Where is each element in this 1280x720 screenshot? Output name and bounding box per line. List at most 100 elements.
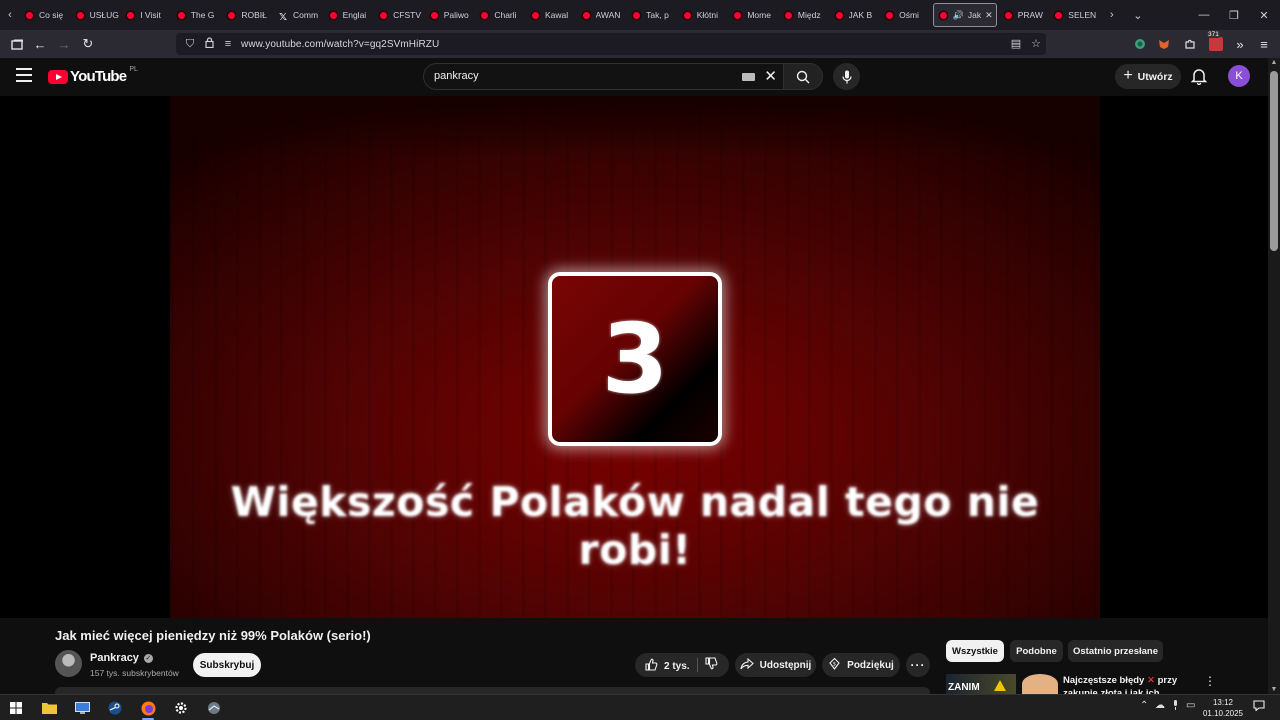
browser-tab[interactable]: AWAN [577, 3, 628, 27]
windows-start-icon[interactable] [6, 698, 26, 718]
steam-icon[interactable] [105, 698, 125, 718]
description-box[interactable] [55, 687, 930, 694]
scrollbar-thumb[interactable] [1270, 71, 1278, 251]
browser-tab[interactable]: Charli [475, 3, 526, 27]
back-icon[interactable]: ← [30, 34, 50, 54]
extensions-puzzle-icon[interactable] [1180, 34, 1200, 54]
browser-tab[interactable]: Mome [728, 3, 779, 27]
chip-recently-uploaded[interactable]: Ostatnio przesłane [1068, 640, 1163, 662]
browser-tab[interactable]: Międz [779, 3, 830, 27]
browser-tab[interactable]: JAK B [830, 3, 881, 27]
recommendation-title[interactable]: Najczęstsze błędy ✕ przy zakupie złota i… [1063, 674, 1198, 694]
browser-tab[interactable]: PRAW [999, 3, 1050, 27]
video-player[interactable]: 3 Większość Polaków nadal tego nie robi! [0, 96, 1268, 618]
recommendation-thumbnail[interactable]: ZANIM [946, 674, 1016, 694]
settings-gear-icon[interactable] [171, 698, 191, 718]
browser-tab[interactable]: CFSTV [374, 3, 425, 27]
browser-tab[interactable]: Paliwo [425, 3, 476, 27]
restore-icon[interactable]: ❐ [1218, 0, 1250, 30]
overflow-chevron-icon[interactable]: » [1230, 34, 1250, 54]
dislike-button[interactable] [705, 657, 718, 673]
app-menu-icon[interactable]: ≡ [1254, 34, 1274, 54]
youtube-logo[interactable]: YouTube PL [48, 66, 138, 85]
account-avatar[interactable]: K [1228, 65, 1250, 87]
browser-tab[interactable]: USŁUG [71, 3, 122, 27]
address-bar[interactable]: ⛉ ≡ www.youtube.com/watch?v=gq2SVmHiRZU … [176, 33, 1046, 55]
network-monitor-icon[interactable]: ▭ [1186, 700, 1195, 711]
browser-tab[interactable]: Co się [20, 3, 71, 27]
browser-tab[interactable]: Englai [324, 3, 375, 27]
chip-related[interactable]: Podobne [1010, 640, 1063, 662]
tab-manager-icon[interactable] [7, 34, 27, 54]
recommendation-thumbnail-face[interactable] [1022, 674, 1058, 694]
lock-icon[interactable] [203, 37, 215, 51]
close-tab-icon[interactable]: ✕ [985, 10, 993, 21]
extension-badge-icon[interactable]: 371 [1206, 31, 1226, 54]
file-explorer-icon[interactable] [39, 698, 59, 718]
chip-all[interactable]: Wszystkie [946, 640, 1004, 662]
keyboard-icon[interactable] [742, 73, 755, 81]
extension-fox-icon[interactable] [1154, 34, 1174, 54]
watch-metadata: Jak mieć więcej pieniędzy niż 99% Polakó… [0, 618, 1268, 694]
scroll-down-icon[interactable]: ▼ [1269, 686, 1279, 693]
voice-search-button[interactable] [833, 63, 860, 90]
reload-icon[interactable]: ↻ [78, 34, 98, 54]
channel-name-text[interactable]: Pankracy [90, 652, 139, 664]
video-frame[interactable]: 3 Większość Polaków nadal tego nie robi! [170, 96, 1100, 618]
notifications-bell-icon[interactable] [1190, 67, 1208, 86]
page-scrollbar[interactable]: ▲ ▼ [1268, 58, 1280, 694]
channel-avatar[interactable] [55, 650, 82, 677]
more-actions-button[interactable]: ··· [906, 653, 930, 677]
url-text[interactable]: www.youtube.com/watch?v=gq2SVmHiRZU [241, 39, 439, 50]
browser-tab[interactable]: ROBIŁ [222, 3, 273, 27]
browser-tab[interactable]: 𝕏 Comm [273, 3, 324, 27]
browser-tab[interactable]: SELEN [1049, 3, 1100, 27]
browser-tab[interactable]: Kłótni [678, 3, 729, 27]
extension-shield-icon[interactable] [1130, 34, 1150, 54]
browser-tab[interactable]: The G [172, 3, 223, 27]
recommendation-menu-icon[interactable]: ⋮ [1204, 674, 1216, 688]
minimize-icon[interactable]: — [1188, 0, 1220, 30]
search-button[interactable] [783, 63, 823, 90]
tab-scroll-right-icon[interactable]: › [1102, 9, 1122, 21]
tab-audio-playing-icon[interactable]: 🔊 [953, 10, 964, 21]
recommendation-title-part1: Najczęstsze błędy [1063, 675, 1145, 686]
firefox-icon[interactable] [138, 698, 158, 720]
channel-name[interactable]: Pankracy ✓ [90, 652, 153, 664]
browser-tab[interactable]: Ośmi [880, 3, 931, 27]
like-divider [697, 658, 698, 672]
shield-icon[interactable]: ⛉ [184, 38, 196, 51]
tab-scroll-left-icon[interactable]: ‹ [0, 9, 20, 21]
forward-icon[interactable]: → [54, 34, 74, 54]
like-button[interactable]: 2 tys. [645, 658, 690, 674]
subscribe-button[interactable]: Subskrybuj [193, 653, 261, 677]
tab-label: Jak [967, 10, 982, 20]
scroll-up-icon[interactable]: ▲ [1269, 59, 1279, 66]
search-input[interactable]: pankracy [434, 70, 479, 82]
tab-list-dropdown-icon[interactable]: ⌄ [1128, 9, 1148, 22]
bookmark-star-icon[interactable]: ☆ [1028, 36, 1044, 52]
clear-search-icon[interactable]: ✕ [764, 67, 777, 85]
tray-overflow-chevron-icon[interactable]: ⌃ [1140, 700, 1148, 711]
system-clock[interactable]: 13:12 01.10.2025 [1200, 697, 1246, 719]
app-globe-icon[interactable] [204, 698, 224, 718]
browser-tab[interactable]: I Visit [121, 3, 172, 27]
youtube-header: YouTube PL pankracy ✕ + Utwórz K [0, 58, 1268, 96]
browser-tab[interactable]: Tak, p [627, 3, 678, 27]
browser-tab-active[interactable]: 🔊 Jak ✕ [932, 3, 997, 27]
thumbs-down-icon [705, 657, 718, 670]
permissions-icon[interactable]: ≡ [222, 38, 234, 50]
computer-app-icon[interactable] [72, 698, 92, 718]
guide-menu-icon[interactable] [16, 68, 32, 82]
thanks-button[interactable]: $ Podziękuj [822, 653, 900, 677]
create-button[interactable]: + Utwórz [1115, 64, 1181, 89]
close-window-icon[interactable]: ✕ [1248, 0, 1280, 30]
share-button[interactable]: Udostępnij [735, 653, 816, 677]
microphone-tray-icon[interactable] [1172, 700, 1179, 713]
notification-center-icon[interactable] [1253, 700, 1265, 714]
reader-mode-icon[interactable]: ▤ [1008, 36, 1024, 52]
search-box[interactable]: pankracy ✕ [423, 63, 783, 90]
tab-label: Ośmi [899, 10, 919, 20]
browser-tab[interactable]: Kawal [526, 3, 577, 27]
onedrive-cloud-icon[interactable]: ☁ [1155, 700, 1165, 711]
